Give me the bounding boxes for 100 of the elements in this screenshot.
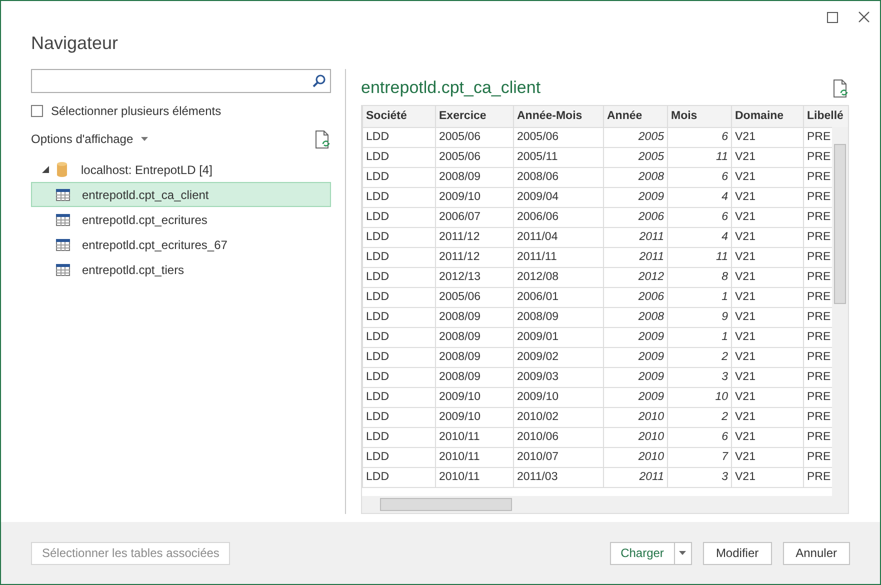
table-cell: 2005 — [604, 148, 668, 168]
table-cell: 2011/12 — [436, 228, 514, 248]
table-cell: 2008/09 — [436, 368, 514, 388]
table-cell: V21 — [732, 328, 804, 348]
table-cell: 2006 — [604, 208, 668, 228]
table-cell: V21 — [732, 128, 804, 148]
preview-title: entrepotld.cpt_ca_client — [361, 77, 541, 100]
table-cell: 6 — [668, 168, 732, 188]
table-cell: 6 — [668, 208, 732, 228]
column-header[interactable]: Société — [362, 106, 436, 128]
column-header[interactable]: Libellé — [804, 106, 848, 128]
table-cell: 4 — [668, 228, 732, 248]
display-options-dropdown[interactable]: Options d'affichage — [31, 130, 148, 148]
table-cell: 2011/11 — [514, 248, 604, 268]
window-title: Navigateur — [30, 32, 120, 55]
table-cell: LDD — [362, 448, 436, 468]
dialog-button[interactable]: Annuler — [782, 542, 850, 564]
table-cell: LDD — [362, 368, 436, 388]
table-cell: V21 — [732, 168, 804, 188]
search-icon[interactable] — [312, 74, 326, 88]
table-cell: 2009/02 — [514, 348, 604, 368]
table-cell: 2 — [668, 348, 732, 368]
tree-item[interactable]: entrepotld.cpt_ecritures — [31, 207, 331, 232]
table-cell: LDD — [362, 468, 436, 488]
table-cell: 2006/01 — [514, 288, 604, 308]
column-header[interactable]: Année — [604, 106, 668, 128]
table-cell: 2008 — [604, 168, 668, 188]
table-cell: 2009/03 — [514, 368, 604, 388]
table-cell: 2009/10 — [436, 408, 514, 428]
table-cell: 2010 — [604, 408, 668, 428]
table-cell: V21 — [732, 288, 804, 308]
table-cell: V21 — [732, 428, 804, 448]
tree-item[interactable]: entrepotld.cpt_ecritures_67 — [31, 232, 331, 257]
column-header[interactable]: Domaine — [732, 106, 804, 128]
table-cell: V21 — [732, 248, 804, 268]
table-icon — [56, 214, 70, 226]
table-cell: 2009/04 — [514, 188, 604, 208]
dropdown-button[interactable] — [674, 542, 692, 564]
table-cell: 11 — [668, 148, 732, 168]
column-header[interactable]: Exercice — [436, 106, 514, 128]
search-field[interactable] — [31, 69, 331, 93]
table-cell: LDD — [362, 288, 436, 308]
table-cell: 2 — [668, 408, 732, 428]
table-cell: 3 — [668, 368, 732, 388]
table-cell: 2006/06 — [514, 208, 604, 228]
table-cell: 6 — [668, 428, 732, 448]
table-cell: LDD — [362, 408, 436, 428]
table-cell: V21 — [732, 228, 804, 248]
table-cell: 2005/06 — [436, 128, 514, 148]
table-cell: 2008/09 — [436, 168, 514, 188]
table-cell: V21 — [732, 368, 804, 388]
refresh-document-icon[interactable] — [833, 78, 849, 98]
dialog-button[interactable]: Modifier — [702, 542, 772, 564]
table-cell: LDD — [362, 168, 436, 188]
table-cell: 10 — [668, 388, 732, 408]
table-cell: V21 — [732, 148, 804, 168]
table-cell: 2011 — [604, 248, 668, 268]
table-cell: 2012 — [604, 268, 668, 288]
table-cell: 7 — [668, 448, 732, 468]
table-cell: 2009/10 — [436, 388, 514, 408]
table-cell: LDD — [362, 348, 436, 368]
table-cell: 2010 — [604, 448, 668, 468]
table-cell: 2005/06 — [436, 288, 514, 308]
table-icon — [56, 264, 70, 276]
column-header[interactable]: Mois — [668, 106, 732, 128]
horizontal-scrollbar[interactable] — [362, 496, 848, 513]
table-cell: 4 — [668, 188, 732, 208]
multi-select-label[interactable]: Sélectionner plusieurs éléments — [51, 102, 222, 120]
table-cell: V21 — [732, 448, 804, 468]
maximize-icon[interactable] — [827, 12, 838, 22]
table-cell: 2005/11 — [514, 148, 604, 168]
table-cell: LDD — [362, 328, 436, 348]
table-cell: V21 — [732, 208, 804, 228]
checkbox[interactable] — [31, 105, 43, 117]
table-cell: 2008/09 — [514, 308, 604, 328]
tree-item[interactable]: entrepotld.cpt_ca_client — [31, 182, 331, 207]
table-cell: 2011/03 — [514, 468, 604, 488]
table-cell: 11 — [668, 248, 732, 268]
table-cell: 2010/02 — [514, 408, 604, 428]
column-header[interactable]: Année-Mois — [514, 106, 604, 128]
table-cell: 2009/10 — [436, 188, 514, 208]
table-cell: V21 — [732, 308, 804, 328]
table-cell: 2009 — [604, 328, 668, 348]
load-button[interactable]: Charger — [610, 542, 675, 564]
table-cell: 2005 — [604, 128, 668, 148]
table-cell: LDD — [362, 428, 436, 448]
table-cell: 2010/11 — [436, 448, 514, 468]
tree-item[interactable]: localhost: EntrepotLD [4] — [31, 157, 331, 182]
table-cell: 3 — [668, 468, 732, 488]
table-cell: 2008/09 — [436, 348, 514, 368]
expand-arrow-icon[interactable] — [42, 166, 49, 173]
table-cell: 2009 — [604, 388, 668, 408]
close-icon[interactable] — [858, 11, 870, 23]
table-cell: 2010/06 — [514, 428, 604, 448]
table-cell: LDD — [362, 208, 436, 228]
table-cell: 2006 — [604, 288, 668, 308]
table-icon — [56, 188, 70, 200]
tree-item[interactable]: entrepotld.cpt_tiers — [31, 257, 331, 282]
table-cell: 2008 — [604, 308, 668, 328]
refresh-document-icon[interactable] — [315, 130, 331, 148]
